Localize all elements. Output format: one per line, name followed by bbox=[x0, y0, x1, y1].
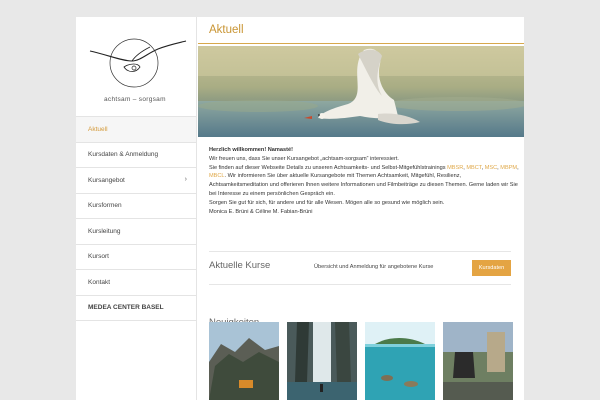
sidebar: achtsam – sorgsam Aktuell Kursdaten & An… bbox=[76, 17, 197, 400]
mbct-link[interactable]: MBCT bbox=[466, 165, 481, 171]
divider bbox=[209, 284, 511, 285]
logo[interactable]: achtsam – sorgsam bbox=[76, 17, 196, 117]
courses-description: Übersicht und Anmeldung für angebotene K… bbox=[314, 264, 434, 270]
sidebar-item-label: Kursort bbox=[88, 253, 109, 261]
mbcl-link[interactable]: MBCL bbox=[209, 173, 225, 179]
news-thumbnail[interactable] bbox=[287, 322, 357, 400]
sidebar-nav: Aktuell Kursdaten & Anmeldung Kursangebo… bbox=[76, 117, 196, 321]
page-title: Aktuell bbox=[209, 24, 244, 36]
chevron-right-icon[interactable]: › bbox=[185, 176, 187, 183]
intro-signature: Monica E. Brüni & Céline M. Fabian-Brüni bbox=[209, 208, 313, 215]
courses-heading: Aktuelle Kurse bbox=[209, 260, 271, 271]
intro-text: Herzlich willkommen! Namasté! Wir freuen… bbox=[209, 146, 520, 216]
kursdaten-button[interactable]: Kursdaten bbox=[472, 260, 511, 276]
bird-logo-icon bbox=[89, 38, 187, 88]
sidebar-item-kursformen[interactable]: Kursformen bbox=[76, 194, 196, 219]
divider bbox=[209, 251, 511, 252]
main-content: Aktuell Herzlich willkommen! Namasté! Wi… bbox=[198, 17, 524, 400]
sidebar-item-label: Kursangebot bbox=[88, 176, 125, 184]
sidebar-item-kontakt[interactable]: Kontakt bbox=[76, 270, 196, 296]
sidebar-item-label: Kursformen bbox=[88, 202, 122, 210]
page-container: achtsam – sorgsam Aktuell Kursdaten & An… bbox=[76, 17, 524, 400]
mbsr-link[interactable]: MBSR bbox=[447, 165, 463, 171]
intro-paragraph-1: Wir freuen uns, dass Sie unser Kursangeb… bbox=[209, 155, 399, 162]
seagull-photo bbox=[198, 46, 524, 137]
mbpm-link[interactable]: MBPM bbox=[500, 165, 517, 171]
sidebar-item-label: Kontakt bbox=[88, 278, 111, 286]
sidebar-item-label: Kursdaten & Anmeldung bbox=[88, 151, 159, 159]
sidebar-item-label: Aktuell bbox=[88, 125, 108, 133]
sidebar-item-kursdaten[interactable]: Kursdaten & Anmeldung bbox=[76, 143, 196, 168]
logo-text: achtsam – sorgsam bbox=[104, 96, 166, 103]
msc-link[interactable]: MSC bbox=[485, 165, 497, 171]
heading-bar: Aktuell bbox=[198, 17, 524, 44]
hero-image bbox=[198, 46, 524, 137]
news-thumbnail[interactable] bbox=[209, 322, 279, 400]
sidebar-item-kursleitung[interactable]: Kursleitung bbox=[76, 219, 196, 245]
intro-paragraph-3: Sorgen Sie gut für sich, für andere und … bbox=[209, 199, 445, 206]
sidebar-item-aktuell[interactable]: Aktuell bbox=[76, 117, 196, 143]
sidebar-item-label: Kursleitung bbox=[88, 227, 121, 235]
sidebar-item-medea[interactable]: MEDEA CENTER BASEL bbox=[76, 296, 196, 321]
sidebar-item-kursangebot[interactable]: Kursangebot › bbox=[76, 168, 196, 194]
news-thumbnail[interactable] bbox=[365, 322, 435, 400]
news-thumbnail[interactable] bbox=[443, 322, 513, 400]
welcome-heading: Herzlich willkommen! Namasté! bbox=[209, 147, 293, 153]
intro-paragraph-2: Sie finden auf dieser Webseite Details z… bbox=[209, 164, 519, 197]
sidebar-item-kursort[interactable]: Kursort bbox=[76, 245, 196, 270]
sidebar-item-label: MEDEA CENTER BASEL bbox=[88, 304, 164, 312]
